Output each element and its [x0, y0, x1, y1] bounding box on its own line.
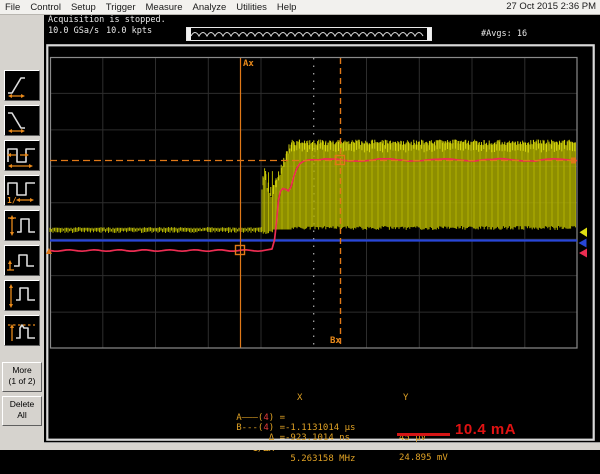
more-button[interactable]: More (1 of 2) — [2, 362, 42, 392]
menu-help[interactable]: Help — [272, 2, 302, 13]
more-button-sub: (1 of 2) — [3, 376, 41, 387]
more-button-label: More — [3, 365, 41, 376]
overshoot-icon — [6, 317, 38, 344]
menu-control[interactable]: Control — [25, 2, 66, 13]
frequency-icon-label: 1/ — [7, 196, 17, 204]
frequency-icon: 1/ — [6, 177, 38, 204]
clock-datetime: 27 Oct 2015 2:36 PM — [506, 1, 596, 12]
averages-count: #Avgs: 16 — [481, 29, 527, 39]
menu-measure[interactable]: Measure — [141, 2, 188, 13]
bx-marker-label[interactable]: Bx — [330, 336, 341, 346]
delta-y-value: 24.895 mV — [399, 453, 448, 463]
scope-display[interactable] — [46, 44, 597, 441]
menu-utilities[interactable]: Utilities — [231, 2, 272, 13]
acquisition-status: Acquisition is stopped. — [48, 15, 166, 25]
overshoot-button[interactable] — [4, 315, 40, 346]
fall-time-icon — [6, 107, 38, 134]
menu-bar: File Control Setup Trigger Measure Analy… — [0, 0, 600, 15]
delete-all-button[interactable]: Delete All — [2, 396, 42, 426]
delete-all-label: Delete — [3, 399, 41, 410]
ax-marker-label[interactable]: Ax — [243, 59, 254, 69]
sample-rate: 10.0 GSa/s — [48, 26, 99, 36]
menu-analyze[interactable]: Analyze — [187, 2, 231, 13]
menu-setup[interactable]: Setup — [66, 2, 101, 13]
x-column-header: X — [297, 393, 302, 403]
vbase-button[interactable] — [4, 245, 40, 276]
marker-b-row: B---(4) = -923.1014 ns 24.939 mV — [44, 413, 600, 423]
frequency-button[interactable]: 1/ — [4, 175, 40, 206]
delete-all-sub: All — [3, 410, 41, 421]
current-annotation: 10.4 mA — [455, 421, 516, 438]
vtop-icon — [6, 282, 38, 309]
vpp-button[interactable] — [4, 210, 40, 241]
vtop-button[interactable] — [4, 280, 40, 311]
menu-trigger[interactable]: Trigger — [101, 2, 141, 13]
vpp-icon — [6, 212, 38, 239]
red-underline-annotation — [397, 433, 450, 436]
y-column-header: Y — [403, 393, 408, 403]
vbase-icon — [6, 247, 38, 274]
inverse-delta-x-value: 5.263158 MHz — [285, 454, 355, 464]
period-icon — [6, 142, 38, 169]
fall-time-button[interactable] — [4, 105, 40, 136]
measurement-sidebar: 1/ More — [0, 14, 44, 450]
memory-depth: 10.0 kpts — [106, 26, 152, 36]
bottom-strip — [44, 442, 600, 450]
period-button[interactable] — [4, 140, 40, 171]
rise-time-button[interactable] — [4, 70, 40, 101]
scope-window: Acquisition is stopped. 10.0 GSa/s 10.0 … — [44, 14, 600, 442]
rise-time-icon — [6, 72, 38, 99]
menu-file[interactable]: File — [0, 2, 25, 13]
delta-row: Δ = 190.0000 ns 24.895 mV — [44, 423, 600, 433]
preview-waveform-icon — [191, 28, 429, 40]
marker-a-row: A———(4) = -1.1131014 µs 45 µV — [44, 403, 600, 413]
acquisition-preview-bar[interactable] — [186, 27, 432, 41]
